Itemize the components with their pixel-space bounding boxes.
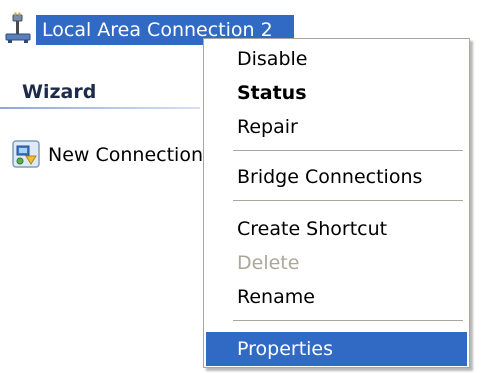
- menu-item-status[interactable]: Status: [206, 76, 467, 110]
- menu-item-rename[interactable]: Rename: [206, 280, 467, 314]
- wizard-header-divider: [0, 107, 200, 109]
- menu-item-bridge-connections[interactable]: Bridge Connections: [206, 160, 467, 194]
- menu-item-create-shortcut[interactable]: Create Shortcut: [206, 212, 467, 246]
- menu-separator: [233, 150, 463, 152]
- menu-item-disable[interactable]: Disable: [206, 42, 467, 76]
- network-connections-window: Local Area Connection 2 Wizard New Conne…: [0, 0, 484, 373]
- new-connection-wizard-label[interactable]: New Connection Wizard: [48, 140, 208, 170]
- menu-item-properties[interactable]: Properties: [206, 332, 467, 366]
- new-connection-wizard-icon: [12, 140, 40, 168]
- menu-item-delete: Delete: [237, 252, 300, 274]
- network-connection-icon: [4, 12, 34, 46]
- menu-item-repair[interactable]: Repair: [206, 110, 467, 144]
- wizard-section-header: Wizard: [22, 81, 97, 103]
- menu-separator: [233, 200, 463, 202]
- menu-separator: [233, 320, 463, 322]
- context-menu: Disable Status Repair Bridge Connections…: [203, 38, 470, 368]
